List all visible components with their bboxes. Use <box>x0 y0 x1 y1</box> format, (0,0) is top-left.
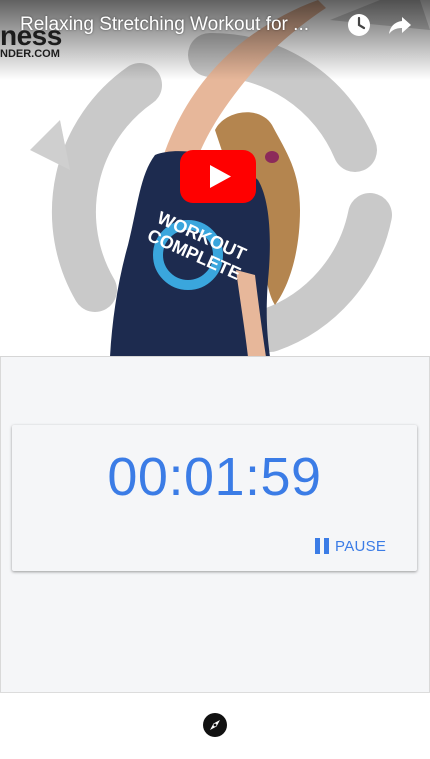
play-button[interactable] <box>180 150 256 203</box>
share-icon <box>389 17 411 34</box>
youtube-play-icon <box>180 150 256 203</box>
swirl-tip <box>30 120 70 170</box>
channel-logo-line2: NDER.COM <box>0 48 60 60</box>
timer-display: 00:01:59 <box>107 447 322 507</box>
share-button[interactable] <box>387 12 413 38</box>
video-title[interactable]: Relaxing Stretching Workout for ... <box>20 13 332 37</box>
video-player[interactable]: WORKOUT COMPLETE ness NDER.COM Relaxing … <box>0 0 430 357</box>
pause-button[interactable]: PAUSE <box>315 535 386 557</box>
pause-label: PAUSE <box>335 537 387 555</box>
pause-icon <box>315 538 329 554</box>
watch-later-icon <box>348 14 370 36</box>
watch-later-button[interactable] <box>346 12 372 38</box>
timer-card: 00:01:59 PAUSE <box>12 425 417 571</box>
compass-icon <box>203 713 227 737</box>
app-root: WORKOUT COMPLETE ness NDER.COM Relaxing … <box>0 0 430 759</box>
bottom-bar <box>0 692 430 759</box>
explore-button[interactable] <box>203 713 227 737</box>
hair-tie <box>265 151 279 163</box>
